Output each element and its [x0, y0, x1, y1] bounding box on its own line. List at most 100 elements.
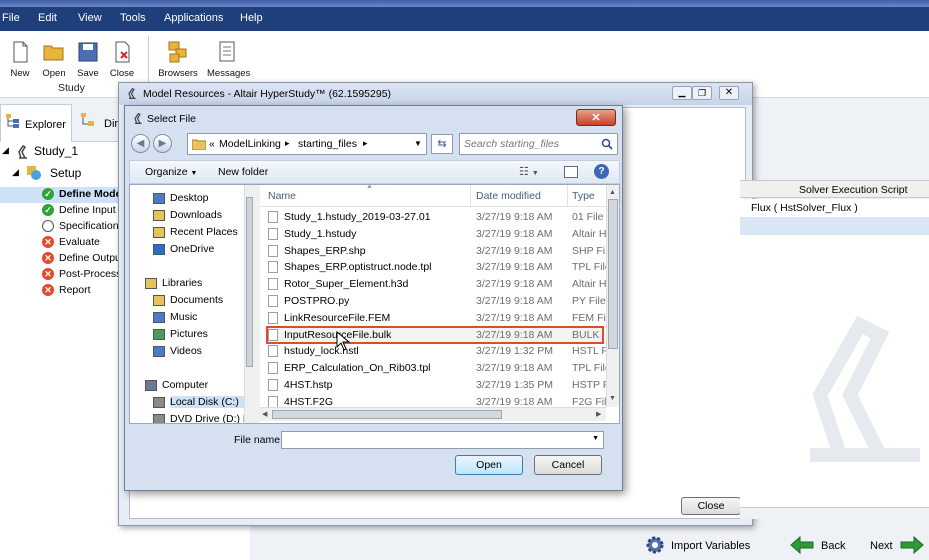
back-button[interactable]: Back: [790, 534, 850, 556]
model-resources-titlebar[interactable]: Model Resources - Altair HyperStudy™ (62…: [119, 83, 752, 105]
nav-item-label: Videos: [170, 345, 202, 357]
breadcrumb-chevron-icon[interactable]: ▸: [285, 138, 290, 149]
menu-view[interactable]: View: [78, 12, 102, 24]
minimize-button[interactable]: ▁: [672, 86, 692, 100]
nav-item-pic[interactable]: Pictures: [153, 328, 208, 340]
breadcrumb-chevron-icon[interactable]: ▸: [363, 138, 368, 149]
navigation-pane: Desktop Downloads Recent Places OneDrive Lib…: [130, 185, 251, 423]
file-date: 3/27/19 9:18 AM: [476, 311, 553, 324]
file-row[interactable]: Shapes_ERP.optistruct.node.tpl 3/27/19 9:…: [266, 259, 608, 276]
menu-edit[interactable]: Edit: [38, 12, 57, 24]
browsers-button[interactable]: Browsers: [158, 40, 198, 79]
table-row[interactable]: Flux ( HstSolver_Flux ): [740, 199, 929, 217]
nav-item-lib[interactable]: Libraries: [145, 277, 202, 289]
menu-file[interactable]: File: [2, 12, 20, 24]
file-list-horizontal-scrollbar[interactable]: ◀ ▶: [260, 407, 606, 421]
file-name-input[interactable]: ▼: [281, 431, 604, 449]
address-dropdown-icon[interactable]: ▼: [414, 139, 422, 148]
search-icon[interactable]: [601, 138, 613, 150]
address-part-starting-files[interactable]: starting_files: [298, 138, 357, 150]
cloud-icon: [153, 244, 165, 255]
explorer-tree-icon: [6, 114, 19, 128]
table-row-selected[interactable]: [740, 217, 929, 235]
address-bar[interactable]: « ModelLinking ▸ starting_files ▸ ▼: [187, 133, 427, 155]
forward-arrow-icon[interactable]: ▶: [153, 134, 172, 153]
file-date: 3/27/19 9:18 AM: [476, 278, 553, 291]
tree-item-label: Evaluate: [59, 236, 100, 248]
new-folder-button[interactable]: New folder: [218, 166, 268, 178]
window-title-strip: [0, 0, 929, 7]
next-button[interactable]: Next: [870, 534, 929, 556]
file-row[interactable]: Study_1.hstudy 3/27/19 9:18 AM Altair H: [266, 226, 606, 243]
table-horizontal-scrollbar[interactable]: [740, 507, 929, 519]
file-row[interactable]: LinkResourceFile.FEM 3/27/19 9:18 AM FEM F…: [266, 310, 606, 327]
file-row[interactable]: Shapes_ERP.shp 3/27/19 9:18 AM SHP Fi: [266, 243, 605, 260]
file-row[interactable]: Rotor_Super_Element.h3d 3/27/19 9:18 AM Al…: [266, 276, 606, 293]
close-window-button[interactable]: ✕: [719, 86, 739, 100]
select-file-titlebar[interactable]: Select File ✕: [125, 106, 622, 132]
file-type: Altair H: [572, 278, 607, 291]
view-options-icon[interactable]: ☷ ▼: [519, 165, 539, 178]
scroll-left-icon[interactable]: ◀: [262, 410, 267, 418]
column-name[interactable]: Name: [268, 190, 296, 202]
collapse-triangle-icon[interactable]: ◢: [2, 145, 9, 156]
refresh-icon[interactable]: ⇆: [431, 134, 453, 154]
error-icon: ✕: [42, 236, 54, 248]
nav-item-doc[interactable]: Documents: [153, 294, 223, 306]
menu-tools[interactable]: Tools: [120, 12, 146, 24]
nav-item-desktop[interactable]: Desktop: [153, 192, 209, 204]
menu-bar: File Edit View Tools Applications Help: [0, 7, 929, 31]
column-type[interactable]: Type: [572, 190, 595, 202]
search-input[interactable]: Search starting_files: [459, 133, 618, 155]
scroll-up-icon[interactable]: ▲: [609, 189, 616, 196]
file-row[interactable]: ERP_Calculation_On_Rib03.tpl 3/27/19 9:18…: [266, 360, 608, 377]
nav-item-disk[interactable]: Local Disk (C:): [153, 396, 251, 408]
nav-item-dvd[interactable]: DVD Drive (D:) Pa: [153, 413, 251, 423]
new-document-icon: [13, 41, 28, 63]
tree-item-label: Post-Processi: [59, 268, 124, 280]
cancel-button[interactable]: Cancel: [534, 455, 602, 475]
file-row[interactable]: Study_1.hstudy_2019-03-27.01 3/27/19 9:18…: [266, 209, 604, 226]
nav-item-label: Local Disk (C:): [170, 396, 239, 408]
file-row[interactable]: POSTPRO.py 3/27/19 9:18 AM PY File: [266, 293, 606, 310]
select-file-close-button[interactable]: ✕: [576, 109, 616, 126]
help-icon[interactable]: ?: [594, 164, 609, 179]
nav-item-cloud[interactable]: OneDrive: [153, 243, 214, 255]
collapse-triangle-icon[interactable]: ◢: [12, 167, 19, 178]
scroll-right-icon[interactable]: ▶: [596, 410, 601, 418]
file-icon: [268, 345, 278, 358]
nav-item-music[interactable]: Music: [153, 311, 197, 323]
file-row[interactable]: 4HST.hstp 3/27/19 1:35 PM HSTP F: [266, 377, 608, 394]
navigation-scrollbar[interactable]: [244, 185, 254, 423]
menu-applications[interactable]: Applications: [164, 12, 223, 24]
file-name: ERP_Calculation_On_Rib03.tpl: [284, 362, 431, 375]
open-button[interactable]: Open: [455, 455, 523, 475]
navigation-scroll-thumb[interactable]: [246, 197, 253, 367]
menu-help[interactable]: Help: [240, 12, 263, 24]
file-dialog-footer: File name: ▼ Open Cancel: [129, 426, 620, 488]
column-date-modified[interactable]: Date modified: [476, 190, 541, 202]
address-part-modellinking[interactable]: ModelLinking: [219, 138, 281, 150]
messages-button[interactable]: Messages: [207, 40, 250, 79]
restore-button[interactable]: ❐: [692, 86, 712, 100]
tab-explorer[interactable]: Explorer: [0, 104, 72, 142]
nav-item-folder[interactable]: Recent Places: [153, 226, 238, 238]
organize-menu[interactable]: Organize ▼: [145, 166, 197, 178]
table-column-header[interactable]: Solver Execution Script: [740, 180, 929, 198]
close-study-button[interactable]: Close: [102, 40, 142, 79]
file-list-vertical-scrollbar[interactable]: ▲ ▼: [606, 185, 619, 407]
file-list-hscroll-thumb[interactable]: [272, 410, 502, 419]
computer-icon: [145, 380, 157, 391]
nav-item-computer[interactable]: Computer: [145, 379, 208, 391]
file-name-dropdown-icon[interactable]: ▼: [592, 435, 599, 442]
scroll-down-icon[interactable]: ▼: [609, 395, 616, 402]
file-list-scroll-thumb[interactable]: [608, 199, 618, 349]
messages-icon: [219, 41, 235, 62]
close-label: Close: [109, 68, 135, 79]
preview-pane-icon[interactable]: [564, 166, 578, 178]
model-resources-close-button[interactable]: Close: [681, 497, 741, 515]
file-row[interactable]: hstudy_lock.hstl 3/27/19 1:32 PM HSTL F: [266, 343, 608, 360]
nav-item-folder[interactable]: Downloads: [153, 209, 222, 221]
back-arrow-icon[interactable]: ◀: [131, 134, 150, 153]
nav-item-video[interactable]: Videos: [153, 345, 202, 357]
